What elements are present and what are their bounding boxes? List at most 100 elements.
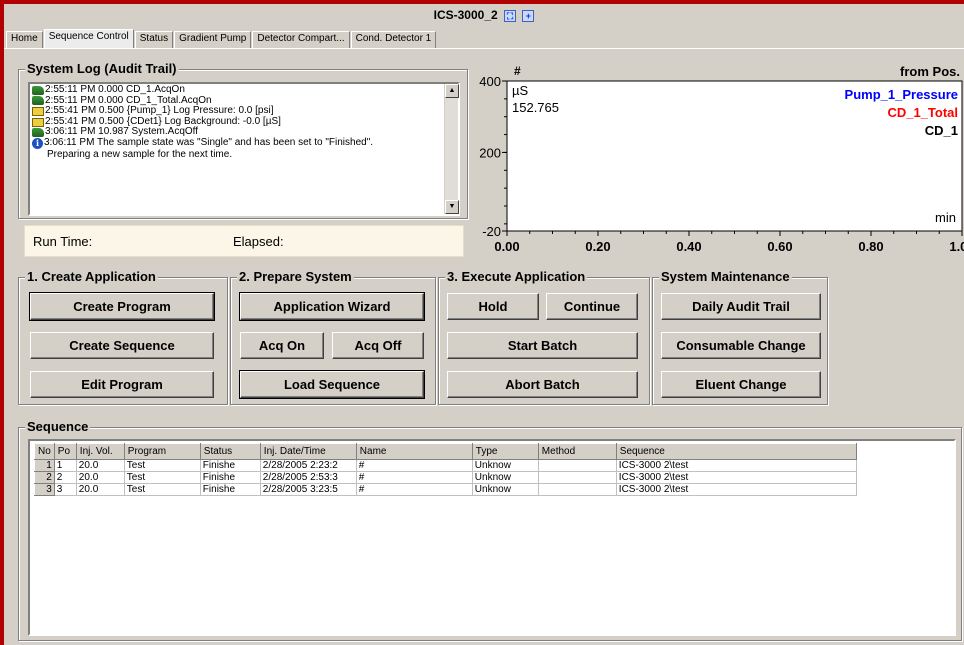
cell-method [538, 483, 617, 496]
column-header-program[interactable]: Program [123, 443, 201, 460]
daily-audit-trail-button[interactable]: Daily Audit Trail [661, 293, 821, 320]
row-number[interactable]: 2 [34, 471, 55, 484]
column-header-no[interactable]: No [34, 443, 55, 460]
tab-gradient-pump[interactable]: Gradient Pump [174, 31, 252, 48]
cell-inj-vol: 20.0 [76, 471, 125, 484]
column-header-status[interactable]: Status [199, 443, 261, 460]
cell-inj-date-time: 2/28/2005 2:53:3 [260, 471, 357, 484]
scroll-down-icon[interactable]: ▼ [445, 200, 459, 214]
cell-name: # [356, 459, 473, 472]
prepare-system-title: 2. Prepare System [237, 269, 354, 284]
legend-entry: Pump_1_Pressure [845, 87, 958, 102]
cell-name: # [356, 471, 473, 484]
title-bar: ICS-3000_2 ⛶ + [4, 4, 964, 34]
cell-status: Finishe [200, 483, 261, 496]
application-wizard-button[interactable]: Application Wizard [239, 292, 425, 321]
column-header-method[interactable]: Method [537, 443, 617, 460]
x-axis: 0.00 0.20 0.40 0.60 0.80 1.00 [494, 231, 964, 254]
chart-header-right: from Pos. [900, 64, 960, 79]
acq-off-button[interactable]: Acq Off [332, 332, 424, 359]
y-axis-unit: µS [512, 83, 528, 98]
row-number[interactable]: 3 [34, 483, 55, 496]
run-icon [32, 128, 44, 138]
x-tick-label: 0.60 [767, 239, 792, 254]
sequence-control-page: System Log (Audit Trail) 2:55:11 PM 0.00… [4, 48, 964, 645]
cell-sequence: ICS-3000 2\test [616, 483, 857, 496]
y-tick-label: 400 [479, 74, 501, 89]
scroll-up-icon[interactable]: ▲ [445, 84, 459, 98]
column-header-sequence[interactable]: Sequence [615, 443, 857, 460]
column-header-name[interactable]: Name [355, 443, 473, 460]
create-program-button[interactable]: Create Program [29, 292, 215, 321]
cell-method [538, 471, 617, 484]
column-header-inj-date-time[interactable]: Inj. Date/Time [259, 443, 357, 460]
cell-sequence: ICS-3000 2\test [616, 471, 857, 484]
tab-bar: Home Sequence Control Status Gradient Pu… [6, 29, 437, 48]
log-entry: i 3:06:11 PM The sample state was "Single… [32, 138, 442, 149]
cell-inj-vol: 20.0 [76, 459, 125, 472]
tab-detector-compartment[interactable]: Detector Compart... [252, 31, 350, 48]
x-tick-label: 0.20 [585, 239, 610, 254]
execute-application-title: 3. Execute Application [445, 269, 588, 284]
edit-program-button[interactable]: Edit Program [30, 371, 214, 398]
tab-cond-detector[interactable]: Cond. Detector 1 [350, 31, 437, 48]
cell-inj-date-time: 2/28/2005 3:23:5 [260, 483, 357, 496]
table-row[interactable]: 2 2 20.0 Test Finishe 2/28/2005 2:53:3 #… [34, 471, 857, 484]
log-entry: 2:55:11 PM 0.000 CD_1.AcqOn [32, 84, 442, 96]
table-row[interactable]: 3 3 20.0 Test Finishe 2/28/2005 3:23:5 #… [34, 483, 857, 496]
window-title-row: ICS-3000_2 ⛶ + [4, 8, 964, 22]
chromatogram-chart[interactable]: # from Pos. µS 152.765 min Pump_1_Pressu… [466, 59, 964, 269]
elapsed-label: Elapsed: [233, 234, 284, 249]
cell-position: 1 [54, 459, 77, 472]
column-header-inj-vol[interactable]: Inj. Vol. [75, 443, 125, 460]
cell-inj-date-time: 2/28/2005 2:23:2 [260, 459, 357, 472]
x-tick-label: 0.00 [494, 239, 519, 254]
app-window: ICS-3000_2 ⛶ + Home Sequence Control Sta… [0, 0, 964, 645]
y-tick-label: -20 [482, 224, 501, 239]
cell-sequence: ICS-3000 2\test [616, 459, 857, 472]
x-tick-label: 1.00 [949, 239, 964, 254]
cell-program: Test [124, 471, 201, 484]
cell-name: # [356, 483, 473, 496]
cell-type: Unknow [472, 483, 539, 496]
load-sequence-button[interactable]: Load Sequence [239, 370, 425, 399]
table-row[interactable]: 1 1 20.0 Test Finishe 2/28/2005 2:23:2 #… [34, 459, 857, 472]
continue-button[interactable]: Continue [546, 293, 638, 320]
run-icon [32, 85, 44, 95]
cell-type: Unknow [472, 471, 539, 484]
sequence-title: Sequence [25, 419, 91, 434]
row-number[interactable]: 1 [34, 459, 55, 472]
tab-home[interactable]: Home [6, 31, 43, 48]
y-axis: 400 200 -20 [479, 74, 507, 239]
hold-button[interactable]: Hold [447, 293, 539, 320]
cell-status: Finishe [200, 471, 261, 484]
log-scrollbar[interactable]: ▲ ▼ [444, 84, 459, 214]
abort-batch-button[interactable]: Abort Batch [447, 371, 638, 398]
start-batch-button[interactable]: Start Batch [447, 332, 638, 359]
tab-sequence-control[interactable]: Sequence Control [43, 29, 134, 48]
tab-status[interactable]: Status [134, 31, 174, 48]
plot-area [506, 80, 963, 232]
x-tick-label: 0.40 [676, 239, 701, 254]
column-header-position[interactable]: Po [53, 443, 77, 460]
split-icon[interactable]: + [522, 9, 535, 22]
cell-position: 2 [54, 471, 77, 484]
x-axis-unit: min [935, 210, 956, 225]
book-icon [32, 117, 44, 127]
log-entries: 2:55:11 PM 0.000 CD_1.AcqOn 2:55:11 PM 0… [30, 84, 444, 214]
run-icon [32, 96, 44, 106]
eluent-change-button[interactable]: Eluent Change [661, 371, 821, 398]
sequence-grid[interactable]: No Po Inj. Vol. Program Status Inj. Date… [28, 439, 956, 636]
column-header-type[interactable]: Type [471, 443, 539, 460]
acq-on-button[interactable]: Acq On [240, 332, 324, 359]
maximize-icon[interactable]: ⛶ [504, 9, 517, 22]
legend-entry: CD_1 [925, 123, 958, 138]
book-icon [32, 106, 44, 116]
consumable-change-button[interactable]: Consumable Change [661, 332, 821, 359]
system-log-list[interactable]: 2:55:11 PM 0.000 CD_1.AcqOn 2:55:11 PM 0… [28, 82, 460, 216]
create-sequence-button[interactable]: Create Sequence [30, 332, 214, 359]
y-tick-label: 200 [479, 145, 501, 160]
current-value: 152.765 [512, 100, 559, 115]
window-title: ICS-3000_2 [433, 8, 498, 22]
cell-method [538, 459, 617, 472]
